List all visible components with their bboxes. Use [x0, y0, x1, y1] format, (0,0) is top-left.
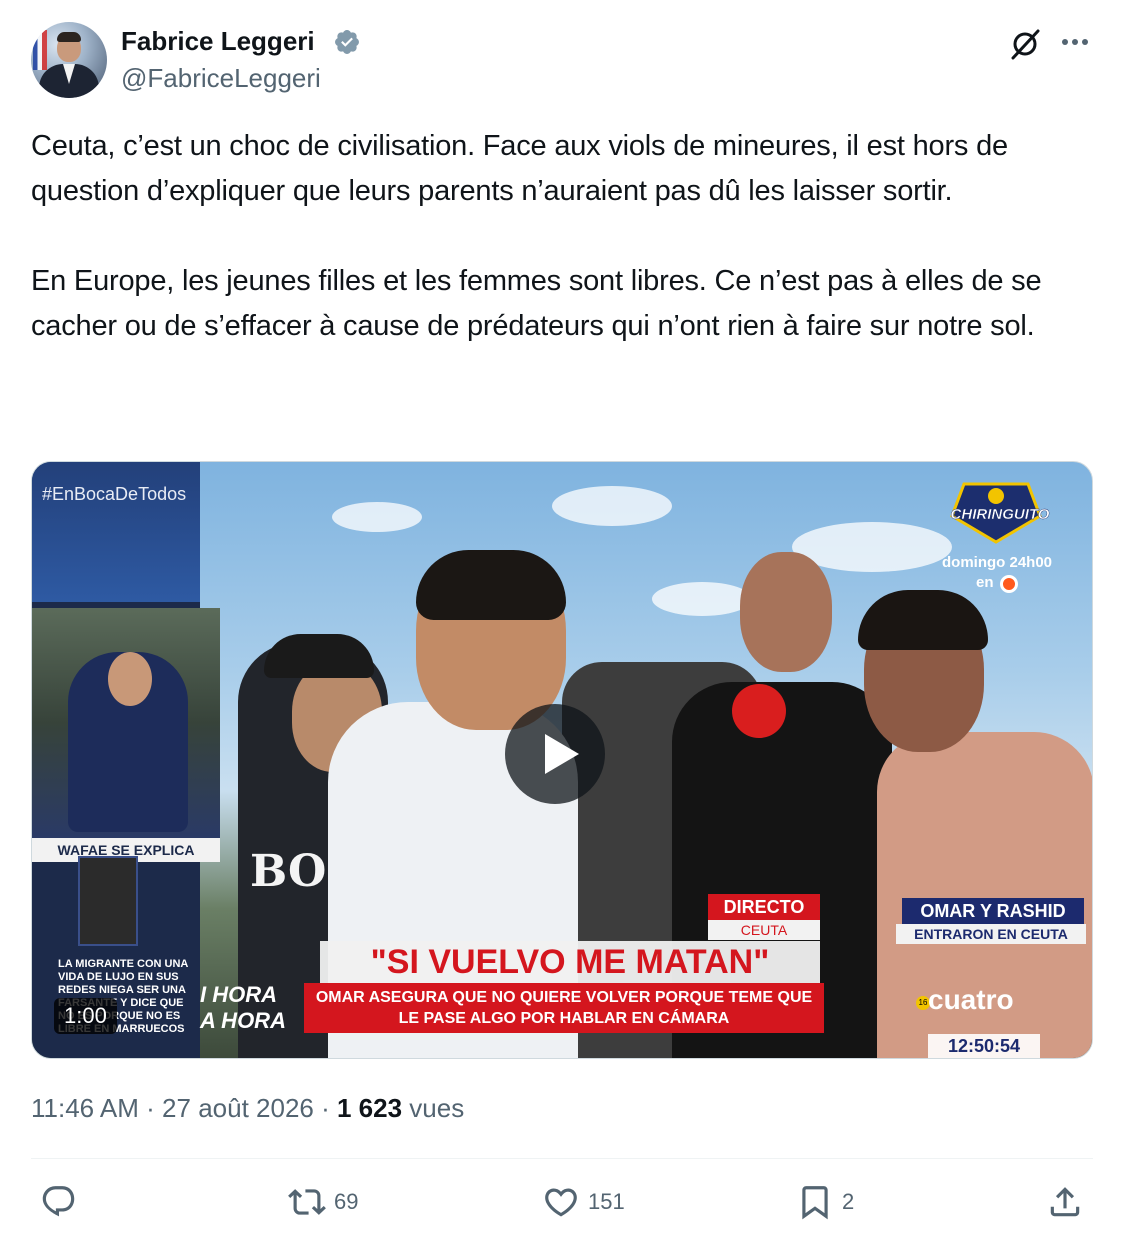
retweet-icon: [288, 1189, 326, 1215]
views-label: vues: [402, 1093, 465, 1123]
location-badge: CEUTA: [708, 920, 820, 940]
verified-badge-icon: [335, 30, 359, 54]
hora-line-2: A HORA: [200, 1008, 286, 1033]
microphone-icon: [732, 684, 786, 738]
bookmark-count: 2: [842, 1189, 855, 1214]
bookmark-icon: [802, 1186, 828, 1220]
names-subtitle: ENTRARON EN CEUTA: [896, 924, 1086, 944]
author-name[interactable]: Fabrice Leggeri: [121, 26, 315, 56]
meta-separator: ·: [138, 1093, 163, 1123]
person-left-cap: [264, 634, 374, 678]
inset-thumbnail: [78, 856, 138, 946]
reporter-hair: [416, 550, 566, 620]
schedule-text: domingo 24h00: [942, 554, 1053, 571]
hora-ticker: I HORA A HORA: [200, 982, 286, 1034]
channel-name: cuatro: [928, 984, 1014, 1015]
share-button[interactable]: [1046, 1182, 1084, 1222]
bookmark-button[interactable]: 2: [796, 1182, 854, 1222]
play-button-icon[interactable]: [505, 704, 605, 804]
video-subline: OMAR ASEGURA QUE NO QUIERE VOLVER PORQUE…: [304, 983, 824, 1033]
broadcast-clock: 12:50:54: [928, 1034, 1040, 1058]
meta-separator: ·: [313, 1093, 337, 1123]
tweet-paragraph-1: Ceuta, c’est un choc de civilisation. Fa…: [31, 130, 1016, 207]
tweet-date[interactable]: 27 août 2026: [162, 1093, 314, 1123]
avatar-flag: [33, 30, 47, 70]
like-button[interactable]: 151: [542, 1182, 625, 1222]
omar-face: [740, 552, 832, 672]
studio-backdrop: [32, 462, 200, 602]
names-badge: OMAR Y RASHID: [902, 898, 1084, 924]
live-badge: DIRECTO: [708, 894, 820, 920]
video-headline: "SI VUELVO ME MATAN": [320, 941, 820, 983]
share-icon: [1050, 1187, 1080, 1217]
tweet-paragraph-2: En Europe, les jeunes filles et les femm…: [31, 265, 1050, 342]
retweet-count: 69: [334, 1189, 359, 1214]
divider: [31, 1158, 1093, 1159]
hashtag-label: #EnBocaDeTodos: [42, 484, 187, 504]
like-count: 151: [588, 1189, 625, 1214]
tweet-text: Ceuta, c’est un choc de civilisation. Fa…: [31, 124, 1101, 349]
retweet-button[interactable]: 69: [288, 1182, 358, 1222]
rashid-hair: [858, 590, 988, 650]
author-handle[interactable]: @FabriceLeggeri: [121, 63, 321, 93]
video-player[interactable]: BOS #EnBocaDeTodos WAFAE SE EXPLICA LA M…: [31, 461, 1093, 1059]
views-count: 1 623: [336, 1093, 403, 1123]
heart-icon: [545, 1188, 577, 1217]
channel-logo-text: CHIRINGUITO: [950, 506, 1050, 523]
hora-line-1: I HORA: [200, 982, 277, 1007]
author-avatar[interactable]: [31, 22, 107, 98]
reply-button[interactable]: [40, 1182, 86, 1222]
video-duration: 1:00: [54, 998, 117, 1034]
reply-icon: [42, 1186, 75, 1217]
presenter-face: [108, 652, 152, 706]
more-icon[interactable]: [1058, 30, 1092, 54]
tweet-meta: 11:46 AM · 27 août 2026 · 1 623 vues: [31, 1092, 464, 1124]
cuatro-dot-icon: [1000, 575, 1018, 593]
tweet-time[interactable]: 11:46 AM: [31, 1093, 139, 1123]
schedule-en: en: [976, 574, 994, 591]
grok-icon[interactable]: [1007, 26, 1043, 62]
avatar-hair: [57, 32, 81, 42]
